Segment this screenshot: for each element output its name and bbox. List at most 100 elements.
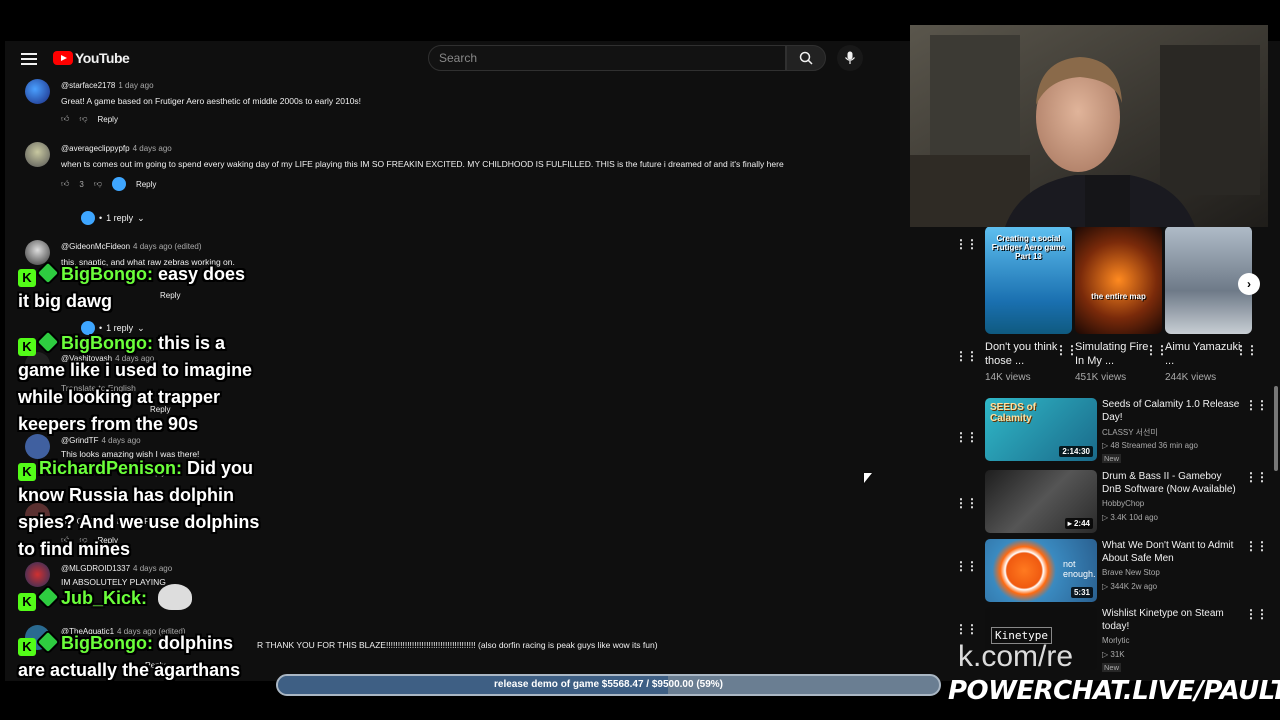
dislike-icon[interactable]: 👎︎ xyxy=(79,114,87,124)
more-actions-icon[interactable]: ⋮⋮ xyxy=(955,559,978,573)
youtube-logo[interactable]: YouTube xyxy=(53,50,130,66)
reply-button[interactable]: Reply xyxy=(136,180,156,189)
search-button[interactable] xyxy=(786,45,826,71)
video-title[interactable]: Drum & Bass II - Gameboy DnB Software (N… xyxy=(1102,470,1242,496)
comment-time[interactable]: 4 days ago xyxy=(133,144,172,153)
more-actions-icon[interactable]: ⋮⋮ xyxy=(1245,539,1268,553)
comment-header: @MLGDROID1337 4 days ago xyxy=(61,564,172,573)
dislike-icon[interactable]: 👎︎ xyxy=(94,179,102,189)
views-icon: ▷ xyxy=(1102,582,1109,591)
chat-text: to find mines xyxy=(18,539,130,559)
comment-text: Great! A game based on Frutiger Aero aes… xyxy=(61,96,362,106)
video-meta: ▷ 31K xyxy=(1102,650,1125,659)
comment-actions: 👍︎ 👎︎ Reply xyxy=(61,114,118,124)
short-overlay-text: Creating a social Frutiger Aero game Par… xyxy=(991,234,1066,261)
kick-badge-icon: K xyxy=(18,269,36,287)
more-actions-icon[interactable]: ⋮⋮ xyxy=(955,430,978,444)
creator-heart-avatar xyxy=(111,177,126,191)
short-views: 244K views xyxy=(1165,372,1217,383)
video-title[interactable]: What We Don't Want to Admit About Safe M… xyxy=(1102,539,1242,565)
chat-text: spies? And we use dolphins xyxy=(18,512,260,532)
chat-text: Did you xyxy=(187,458,254,478)
more-actions-icon[interactable]: ⋮⋮ xyxy=(955,496,978,510)
reply-button[interactable]: Reply xyxy=(98,115,118,124)
webcam-image xyxy=(910,25,1268,227)
video-thumbnail[interactable]: not enough. 5:31 xyxy=(985,539,1097,602)
subscriber-badge-icon xyxy=(38,332,58,352)
webcam-feed xyxy=(910,25,1268,227)
more-actions-icon[interactable]: ⋮⋮ xyxy=(1245,470,1268,484)
microphone-icon xyxy=(845,51,855,64)
chat-username: BigBongo: xyxy=(61,333,153,353)
more-actions-icon[interactable]: ⋮⋮ xyxy=(955,622,978,636)
youtube-logo-text: YouTube xyxy=(75,50,130,66)
video-item[interactable]: ▸ 2:44 Drum & Bass II - Gameboy DnB Soft… xyxy=(985,470,1268,534)
video-channel[interactable]: Morlytic xyxy=(1102,636,1130,645)
short-thumbnail[interactable]: Creating a social Frutiger Aero game Par… xyxy=(985,226,1072,334)
comment-text: R THANK YOU FOR THIS BLAZE!!!!!!!!!!!!!!… xyxy=(257,640,658,650)
more-actions-icon[interactable]: ⋮⋮ xyxy=(1245,398,1268,412)
video-duration: ▸ 2:44 xyxy=(1064,518,1093,529)
more-actions-icon[interactable]: ⋮⋮ xyxy=(955,349,978,363)
short-views: 14K views xyxy=(985,372,1031,383)
troll-face-emote-icon xyxy=(158,584,193,610)
donation-goal-label: release demo of game $5568.47 / $9500.00… xyxy=(493,679,724,690)
search-input[interactable]: Search xyxy=(428,45,786,71)
video-channel[interactable]: Brave New Stop xyxy=(1102,568,1160,577)
short-title[interactable]: Don't you think those ... xyxy=(985,340,1065,368)
avatar[interactable] xyxy=(25,79,50,104)
comment-author[interactable]: @MLGDROID1337 xyxy=(61,564,130,573)
menu-icon[interactable] xyxy=(21,50,37,66)
short-title[interactable]: Aimu Yamazuki ... xyxy=(1165,340,1245,368)
replies-toggle[interactable]: • 1 reply ⌄ xyxy=(81,211,145,225)
kick-badge-icon: K xyxy=(18,593,36,611)
replier-avatar xyxy=(81,211,95,225)
video-channel[interactable]: CLASSY 서선미 xyxy=(1102,427,1158,438)
video-item[interactable]: not enough. 5:31 What We Don't Want to A… xyxy=(985,539,1268,603)
chat-text: game like i used to imagine xyxy=(18,360,253,380)
video-meta-text: 48 Streamed 36 min ago xyxy=(1110,441,1198,450)
scrollbar[interactable] xyxy=(1274,386,1278,471)
comment-thread: @starface2178 1 day ago Great! A game bas… xyxy=(25,79,905,129)
more-actions-icon[interactable]: ⋮⋮ xyxy=(1245,607,1268,621)
kick-badge-icon: K xyxy=(18,338,36,356)
more-actions-icon[interactable]: ⋮⋮ xyxy=(1145,343,1168,357)
comment-author[interactable]: @averageclippypfp xyxy=(61,144,130,153)
mouse-cursor-icon xyxy=(864,473,872,483)
short-thumbnail[interactable]: the entire map xyxy=(1075,226,1162,334)
like-icon[interactable]: 👍︎ xyxy=(61,114,69,124)
chat-text: are actually the agarthans xyxy=(18,660,241,680)
more-actions-icon[interactable]: ⋮⋮ xyxy=(1055,343,1078,357)
more-actions-icon[interactable]: ⋮⋮ xyxy=(955,237,978,251)
video-meta-text: 344K 2w ago xyxy=(1110,582,1158,591)
video-item[interactable]: SEEDS of Calamity 2:14:30 Seeds of Calam… xyxy=(985,398,1268,463)
video-channel[interactable]: HobbyChop xyxy=(1102,499,1144,508)
chat-message: K BigBongo: this is a game like i used to… xyxy=(18,330,252,438)
like-icon[interactable]: 👍︎ xyxy=(61,179,69,189)
short-title[interactable]: Simulating Fire In My ... xyxy=(1075,340,1155,368)
video-title[interactable]: Seeds of Calamity 1.0 Release Day! xyxy=(1102,398,1242,424)
comment-time[interactable]: 1 day ago xyxy=(118,81,153,90)
comment-author[interactable]: @starface2178 xyxy=(61,81,115,90)
comment-time[interactable]: 4 days ago xyxy=(133,564,172,573)
brand-ghost-text: k.com/re xyxy=(958,640,1074,673)
video-thumbnail[interactable]: SEEDS of Calamity 2:14:30 xyxy=(985,398,1097,461)
chat-text: it big dawg xyxy=(18,291,112,311)
video-duration: 2:14:30 xyxy=(1059,446,1093,457)
chat-text: know Russia has dolphin xyxy=(18,485,235,505)
chat-text: easy does xyxy=(157,264,246,284)
chat-message: K Jub_Kick: xyxy=(18,584,193,612)
more-actions-icon[interactable]: ⋮⋮ xyxy=(1235,343,1258,357)
avatar[interactable] xyxy=(25,142,50,167)
video-title[interactable]: Wishlist Kinetype on Steam today! xyxy=(1102,607,1242,633)
replies-count: 1 reply xyxy=(106,213,134,223)
voice-search-button[interactable] xyxy=(837,45,863,71)
video-thumbnail[interactable]: ▸ 2:44 xyxy=(985,470,1097,533)
comment-author[interactable]: @GideonMcFideon xyxy=(61,242,130,251)
subscriber-badge-icon xyxy=(38,632,58,652)
comment-time[interactable]: 4 days ago (edited) xyxy=(133,242,202,251)
chevron-right-icon[interactable]: › xyxy=(1238,273,1260,295)
short-views: 451K views xyxy=(1075,372,1127,383)
video-meta: ▷ 3.4K 10d ago xyxy=(1102,513,1158,522)
video-duration: 5:31 xyxy=(1070,587,1093,598)
